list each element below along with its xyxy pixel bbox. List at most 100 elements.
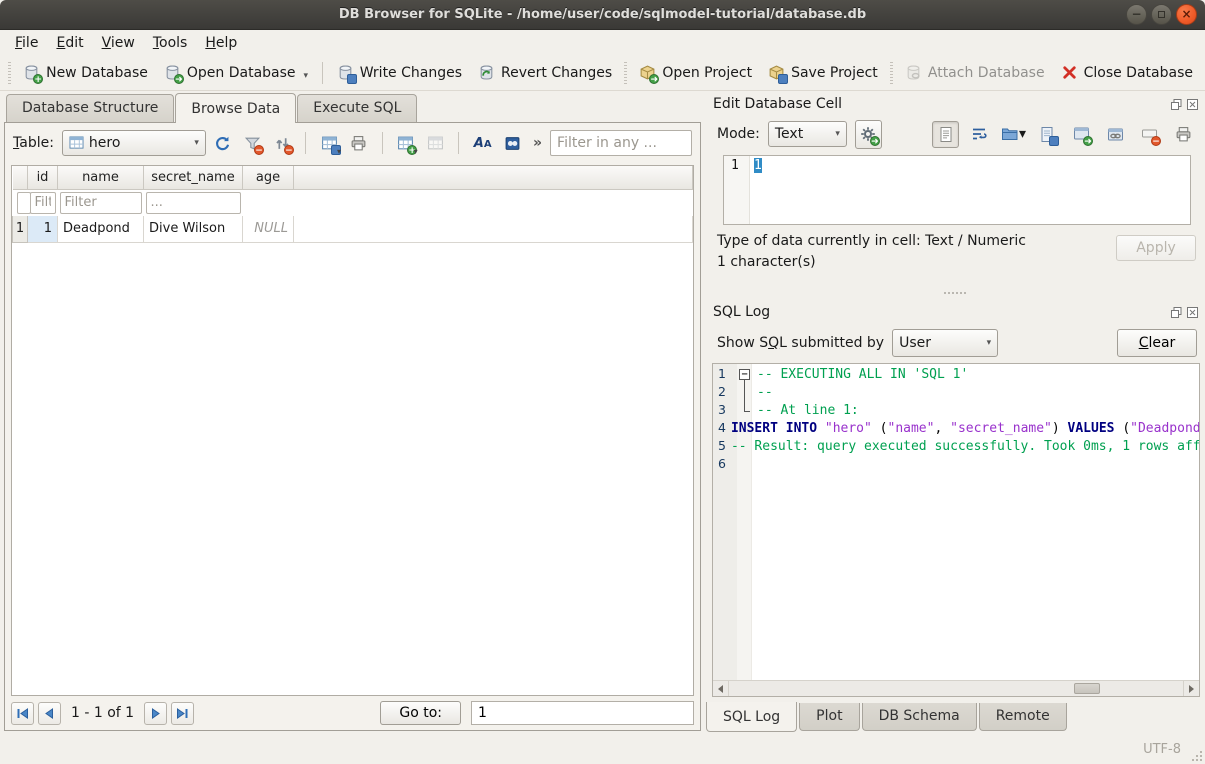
open-project-button[interactable]: ➜ Open Project (631, 60, 760, 85)
new-database-button[interactable]: + New Database (15, 60, 156, 85)
log-line-number: 2 (713, 384, 737, 402)
close-database-button[interactable]: Close Database (1053, 60, 1201, 85)
font-icon: AA (474, 135, 491, 152)
minimize-button[interactable]: − (1126, 4, 1147, 25)
goto-input[interactable] (471, 701, 694, 725)
log-horizontal-scrollbar[interactable] (713, 680, 1199, 696)
window-controls: − × (1126, 4, 1197, 25)
open-database-menu-arrow[interactable]: ▾ (304, 71, 309, 81)
text-mode-button[interactable] (932, 121, 959, 148)
tab-plot[interactable]: Plot (799, 703, 859, 731)
column-header-id[interactable]: id (28, 166, 58, 189)
clear-sorting-button[interactable]: − (269, 130, 295, 156)
menu-file[interactable]: File (6, 32, 47, 54)
close-panel-icon[interactable] (1186, 306, 1199, 319)
grid-corner[interactable] (13, 166, 28, 189)
table-select-value: hero (89, 135, 121, 151)
next-record-button[interactable] (144, 702, 167, 725)
cell-age[interactable]: NULL (243, 216, 294, 243)
first-record-button[interactable] (11, 702, 34, 725)
tab-remote[interactable]: Remote (979, 703, 1067, 731)
row-header[interactable]: 1 (13, 216, 28, 243)
close-panel-icon[interactable] (1186, 98, 1199, 111)
word-wrap-button[interactable] (966, 121, 993, 148)
clear-log-button[interactable]: Clear (1117, 329, 1197, 357)
record-navigation: 1 - 1 of 1 Go to: (5, 696, 700, 730)
export-table-button[interactable]: ▾ (316, 130, 342, 156)
fold-marker[interactable]: − (737, 366, 752, 384)
sql-log-dock-header: SQL Log (705, 299, 1205, 323)
toolbar-overflow-chevron[interactable]: » (529, 135, 546, 151)
filter-input-age[interactable] (146, 192, 241, 214)
last-record-button[interactable] (171, 702, 194, 725)
filter-input-id[interactable] (17, 192, 31, 214)
auto-switch-mode-button[interactable]: ➜ (855, 120, 882, 149)
tab-database-structure[interactable]: Database Structure (6, 94, 174, 122)
menu-edit[interactable]: Edit (47, 32, 92, 54)
edit-display-format-button[interactable]: AA (469, 130, 495, 156)
open-in-external-app-button[interactable]: ➜ (1068, 121, 1095, 148)
copy-link-button[interactable] (1102, 121, 1129, 148)
sql-submitter-select[interactable]: User ▾ (892, 329, 998, 357)
scroll-right-arrow[interactable] (1183, 681, 1199, 696)
menu-help[interactable]: Help (196, 32, 246, 54)
edit-cell-title: Edit Database Cell (713, 96, 842, 112)
column-header-name[interactable]: name (58, 166, 144, 189)
toolbar-handle[interactable] (890, 62, 893, 84)
apply-button: Apply (1116, 235, 1196, 261)
tab-execute-sql[interactable]: Execute SQL (297, 94, 417, 122)
table-select[interactable]: hero ▾ (62, 130, 206, 156)
toolbar-handle[interactable] (8, 62, 11, 84)
float-panel-icon[interactable] (1170, 98, 1183, 111)
print-button[interactable] (346, 130, 372, 156)
resize-grip[interactable] (1192, 751, 1202, 761)
insert-record-button[interactable]: + ▾ (393, 130, 419, 156)
menu-view[interactable]: View (93, 32, 144, 54)
write-changes-button[interactable]: Write Changes (329, 60, 470, 85)
float-panel-icon[interactable] (1170, 306, 1183, 319)
close-button[interactable]: × (1176, 4, 1197, 25)
tab-db-schema[interactable]: DB Schema (862, 703, 977, 731)
clear-filters-button[interactable]: − (240, 130, 266, 156)
filter-input-name[interactable] (30, 192, 56, 214)
set-null-button[interactable]: − (1136, 121, 1163, 148)
tab-sql-log[interactable]: SQL Log (706, 702, 797, 732)
toolbar-handle[interactable] (624, 62, 627, 84)
filter-any-column-input[interactable] (550, 130, 692, 156)
filter-input-secret-name[interactable] (60, 192, 142, 214)
print-icon (350, 135, 367, 152)
close-icon: × (1181, 7, 1191, 21)
cell-name[interactable]: Deadpond (58, 216, 144, 243)
panel-splitter[interactable] (705, 287, 1205, 299)
column-header-filler (294, 166, 693, 189)
refresh-button[interactable] (210, 130, 236, 156)
sql-log-view[interactable]: 1−-- EXECUTING ALL IN 'SQL 1'2--3-- At l… (712, 363, 1200, 697)
mode-select[interactable]: Text ▾ (768, 121, 847, 147)
print-cell-button[interactable] (1170, 121, 1197, 148)
column-header-secret-name[interactable]: secret_name (144, 166, 243, 189)
find-in-table-button[interactable] (499, 130, 525, 156)
scroll-left-arrow[interactable] (713, 681, 729, 696)
import-cell-data-button[interactable]: ▾ (1000, 121, 1027, 148)
cell-secret-name[interactable]: Dive Wilson (144, 216, 243, 243)
maximize-button[interactable] (1151, 4, 1172, 25)
browse-toolbar-separator (382, 132, 383, 154)
titlebar[interactable]: DB Browser for SQLite - /home/user/code/… (0, 0, 1205, 30)
column-header-age[interactable]: age (243, 166, 294, 189)
revert-changes-button[interactable]: Revert Changes (470, 60, 620, 85)
tab-browse-data[interactable]: Browse Data (175, 93, 296, 123)
export-cell-data-button[interactable] (1034, 121, 1061, 148)
scrollbar-thumb[interactable] (1074, 683, 1100, 694)
cell-id[interactable]: 1 (28, 216, 58, 243)
clear-sorting-icon: − (274, 135, 291, 152)
save-project-button[interactable]: Save Project (760, 60, 886, 85)
cell-editor[interactable]: 1 1 (723, 155, 1191, 225)
menu-tools[interactable]: Tools (144, 32, 197, 54)
previous-record-button[interactable] (38, 702, 61, 725)
goto-button[interactable]: Go to: (380, 701, 461, 725)
save-project-icon (768, 64, 785, 81)
open-database-button[interactable]: ➜ Open Database ▾ (156, 60, 316, 85)
delete-record-icon (427, 135, 444, 152)
fold-collapse-icon[interactable]: − (739, 369, 750, 380)
log-line-number: 4 (713, 420, 726, 438)
